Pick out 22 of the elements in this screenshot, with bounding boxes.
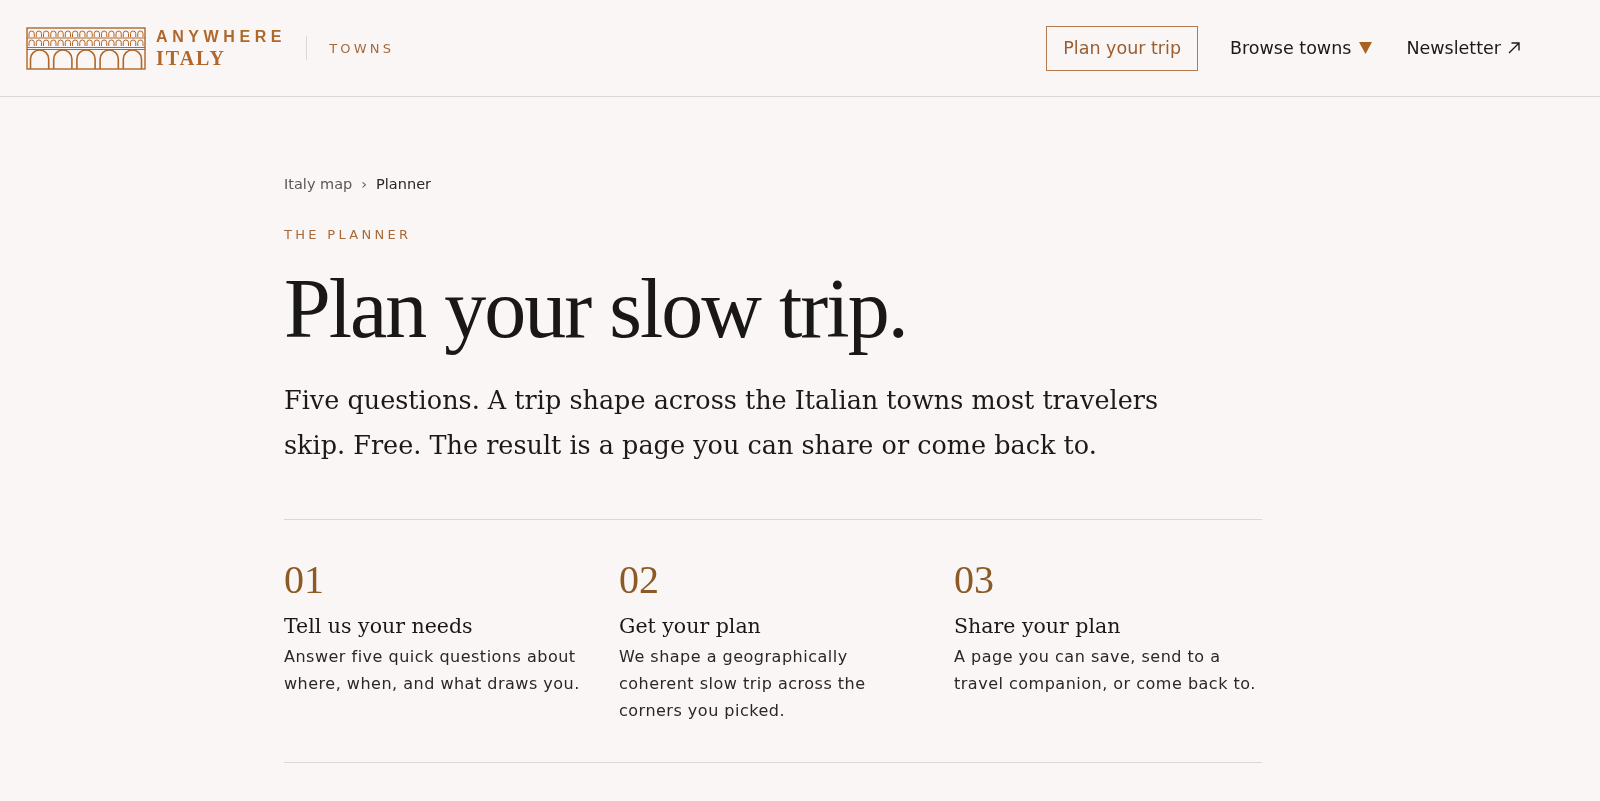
aqueduct-logo-icon[interactable]	[26, 26, 146, 70]
step-number: 01	[284, 558, 324, 602]
arrow-up-right-icon	[1508, 42, 1520, 54]
logo-wordmark[interactable]: ANYWHERE ITALY	[156, 28, 287, 68]
step-description: We shape a geographically coherent slow trip across the corners you picked.	[619, 646, 866, 722]
step-description: Answer five quick questions about where, when, and what draws you.	[284, 646, 580, 695]
step-title: Share your plan	[954, 613, 1121, 640]
eyebrow-label: THE PLANNER	[284, 227, 413, 242]
newsletter-link[interactable]: Newsletter	[1406, 38, 1520, 58]
browse-menu-button[interactable]: Browse towns	[1230, 38, 1373, 58]
plan-trip-button[interactable]: Plan your trip	[1046, 25, 1198, 71]
breadcrumb-separator: ›	[361, 175, 368, 193]
step-title: Get your plan	[619, 613, 761, 640]
step-number: 03	[954, 558, 994, 602]
breadcrumb-link[interactable]: Italy map	[284, 175, 353, 193]
step-number: 02	[619, 558, 659, 602]
section-link[interactable]: TOWNS	[329, 40, 395, 56]
step-description: A page you can save, send to a travel companion, or come back to.	[954, 646, 1256, 695]
intro-paragraph: Five questions. A trip shape across the Italian towns most travelers skip. Free. The result is a page you can share or come back to.	[284, 384, 1160, 462]
caret-icon	[1359, 42, 1373, 54]
breadcrumb-current-page: Planner	[376, 175, 431, 193]
step-title: Tell us your needs	[284, 613, 473, 640]
